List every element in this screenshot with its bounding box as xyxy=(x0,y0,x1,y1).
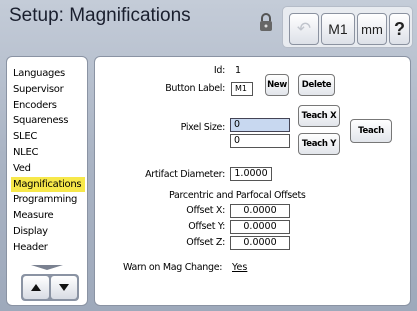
help-button[interactable]: ? xyxy=(389,13,410,45)
undo-button[interactable]: ↶ xyxy=(289,13,319,45)
more-items-indicator-icon xyxy=(31,265,63,270)
menu-item-measure[interactable]: Measure xyxy=(11,208,85,224)
scroll-down-button[interactable] xyxy=(51,276,77,299)
units-button[interactable]: mm xyxy=(357,13,387,45)
magnification-button[interactable]: M1 xyxy=(321,13,355,45)
menu-item-display[interactable]: Display xyxy=(11,224,85,240)
scroll-up-button[interactable] xyxy=(23,276,49,299)
teach-button[interactable]: Teach xyxy=(350,119,392,143)
id-label: Id: xyxy=(213,65,225,76)
scroll-buttons xyxy=(21,274,79,301)
offset-x-label: Offset X: xyxy=(186,205,225,216)
menu-item-magnifications[interactable]: Magnifications xyxy=(11,176,85,193)
settings-menu: Languages Supervisor Encoders Squareness… xyxy=(6,56,88,306)
toolbar: ↶ M1 mm ? xyxy=(282,6,413,48)
artifact-diameter-field[interactable]: 1.0000 xyxy=(230,167,272,181)
menu-item-squareness[interactable]: Squareness xyxy=(11,113,85,129)
menu-item-encoders[interactable]: Encoders xyxy=(11,98,85,114)
warn-on-mag-change-label: Warn on Mag Change: xyxy=(123,262,223,273)
pixel-size-y-field[interactable]: 0 xyxy=(230,134,290,148)
button-label-field[interactable]: M1 xyxy=(231,82,253,96)
menu-item-nlec[interactable]: NLEC xyxy=(11,145,85,161)
lock-icon xyxy=(260,13,272,31)
arrow-down-icon xyxy=(59,284,69,291)
button-label-label: Button Label: xyxy=(165,83,225,94)
menu-item-slec[interactable]: SLEC xyxy=(11,129,85,145)
delete-button[interactable]: Delete xyxy=(298,74,335,96)
new-button[interactable]: New xyxy=(265,74,289,96)
menu-item-ved[interactable]: Ved xyxy=(11,161,85,177)
undo-icon: ↶ xyxy=(296,19,312,38)
arrow-up-icon xyxy=(31,284,41,291)
offset-x-field[interactable]: 0.0000 xyxy=(230,204,290,218)
artifact-diameter-label: Artifact Diameter: xyxy=(145,169,225,180)
page-title: Setup: Magnifications xyxy=(9,5,191,26)
offsets-section-title: Parcentric and Parfocal Offsets xyxy=(169,190,306,201)
pixel-size-label: Pixel Size: xyxy=(180,122,226,133)
menu-item-supervisor[interactable]: Supervisor xyxy=(11,82,85,98)
menu-item-programming[interactable]: Programming xyxy=(11,192,85,208)
pixel-size-x-field[interactable]: 0 xyxy=(230,118,290,132)
magnification-settings-panel: Id: 1 Button Label: M1 New Delete Pixel … xyxy=(94,56,411,306)
teach-x-button[interactable]: Teach X xyxy=(298,105,340,127)
id-value: 1 xyxy=(235,65,242,76)
offset-z-field[interactable]: 0.0000 xyxy=(230,236,290,250)
offset-y-field[interactable]: 0.0000 xyxy=(230,220,290,234)
menu-item-languages[interactable]: Languages xyxy=(11,66,85,82)
teach-y-button[interactable]: Teach Y xyxy=(298,133,340,155)
offset-z-label: Offset Z: xyxy=(186,237,225,248)
menu-item-header[interactable]: Header xyxy=(11,240,85,256)
offset-y-label: Offset Y: xyxy=(188,221,225,232)
warn-on-mag-change-toggle[interactable]: Yes xyxy=(232,262,247,273)
